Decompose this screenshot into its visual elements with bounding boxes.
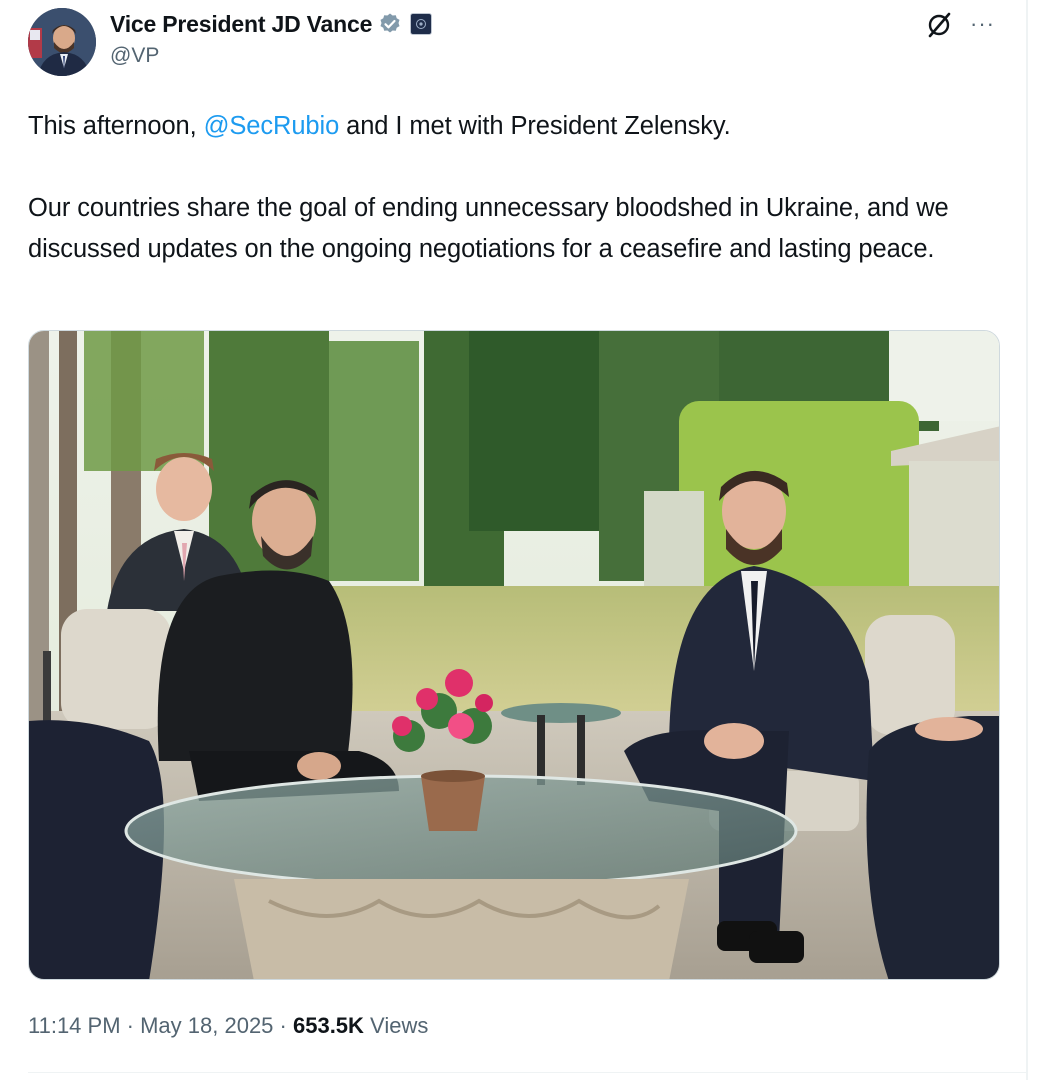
- display-name[interactable]: Vice President JD Vance: [110, 11, 372, 38]
- text-segment: This afternoon,: [28, 112, 204, 140]
- tweet-paragraph-2: Our countries share the goal of ending u…: [28, 194, 949, 263]
- tweet-card: Vice President JD Vance @VP ··· This aft…: [0, 0, 1026, 1080]
- verified-badge-icon[interactable]: [378, 12, 402, 36]
- government-badge-icon[interactable]: [410, 13, 433, 35]
- tweet-photo[interactable]: [28, 330, 1000, 980]
- avatar[interactable]: [28, 8, 96, 76]
- tweet-header: Vice President JD Vance @VP: [110, 8, 433, 68]
- text-segment: and I met with President Zelensky.: [339, 112, 731, 140]
- tweet-paragraph-1: This afternoon, @SecRubio and I met with…: [28, 106, 988, 147]
- tweet-text: This afternoon, @SecRubio and I met with…: [28, 106, 988, 270]
- meta-separator: ·: [273, 1013, 293, 1038]
- user-handle[interactable]: @VP: [110, 44, 432, 68]
- name-row: Vice President JD Vance: [110, 8, 433, 40]
- tweet-time[interactable]: 11:14 PM: [28, 1013, 121, 1038]
- tweet-meta: 11:14 PM · May 18, 2025 · 653.5K Views: [28, 1013, 428, 1039]
- mention-link[interactable]: @SecRubio: [204, 112, 340, 140]
- views-label: Views: [363, 1013, 429, 1038]
- more-options-icon[interactable]: ···: [970, 12, 1000, 36]
- grok-icon[interactable]: [924, 10, 954, 40]
- divider: [28, 1072, 1026, 1073]
- meta-separator: ·: [120, 1013, 141, 1038]
- column-border: [1026, 0, 1028, 1080]
- views-count[interactable]: 653.5K: [293, 1013, 364, 1038]
- tweet-date[interactable]: May 18, 2025: [140, 1013, 273, 1038]
